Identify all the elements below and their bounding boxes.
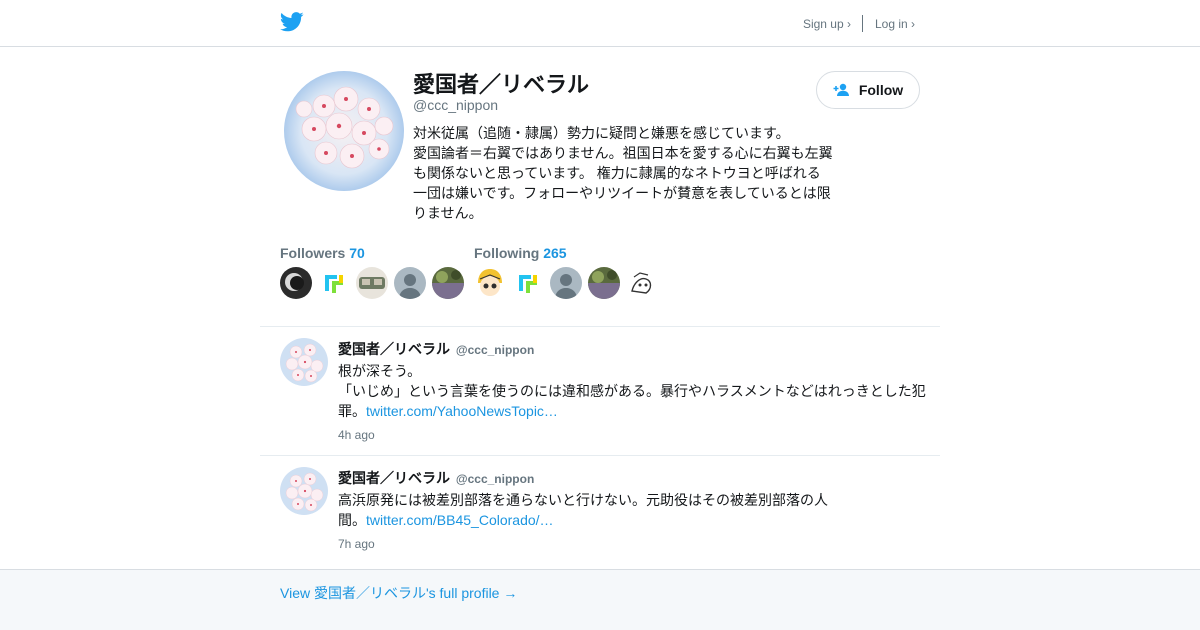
following-avatar[interactable] — [550, 267, 582, 299]
profile-avatar[interactable] — [284, 71, 404, 191]
tweet-line: 「いじめ」という言葉を使うのには違和感がある。暴行やハラスメントなどはれっきとし… — [338, 383, 926, 399]
following-avatar[interactable] — [512, 267, 544, 299]
tweet-link[interactable]: twitter.com/BB45_Colorado/… — [366, 512, 554, 528]
follow-label: Follow — [858, 82, 904, 98]
profile-bio: 対米従属（追随・隷属）勢力に疑問と嫌悪を感じています。 愛国論者＝右翼ではありま… — [413, 123, 838, 223]
followers-count: 70 — [349, 245, 365, 261]
tweet-author-name[interactable]: 愛国者／リベラル — [338, 470, 450, 486]
tweet-line: 高浜原発には被差別部落を通らないと行けない。元助役はその被差別部落の人 — [338, 492, 828, 508]
following-avatar[interactable] — [626, 267, 658, 299]
tweet-link[interactable]: twitter.com/YahooNewsTopic… — [366, 403, 558, 419]
tweet-header: 愛国者／リベラル @ccc_nippon — [338, 339, 534, 359]
tweet-line: 間。twitter.com/BB45_Colorado/… — [338, 510, 930, 530]
top-bar: Sign up › Log in › — [0, 0, 1200, 47]
tweet-text: 根が深そう。 「いじめ」という言葉を使うのには違和感がある。暴行やハラスメントな… — [338, 361, 930, 421]
tweet-item[interactable]: 愛国者／リベラル @ccc_nippon 根が深そう。 「いじめ」という言葉を使… — [260, 327, 940, 456]
tweet-author-handle[interactable]: @ccc_nippon — [456, 343, 534, 357]
twitter-bird-icon[interactable] — [280, 11, 304, 33]
profile-handle: @ccc_nippon — [413, 97, 499, 113]
nav-divider — [861, 15, 863, 32]
follower-avatar[interactable] — [432, 267, 464, 299]
follower-avatar[interactable] — [356, 267, 388, 299]
following-avatar[interactable] — [474, 267, 506, 299]
follower-avatar[interactable] — [394, 267, 426, 299]
followers-label: Followers — [280, 245, 346, 261]
signup-link[interactable]: Sign up › — [803, 17, 851, 31]
tweet-line: 罪。twitter.com/YahooNewsTopic… — [338, 401, 930, 421]
tweet-author-name[interactable]: 愛国者／リベラル — [338, 341, 450, 357]
tweet-line-text: 間。 — [338, 512, 366, 528]
profile-card: 愛国者／リベラル @ccc_nippon Follow 対米従属（追随・隷属）勢… — [260, 47, 940, 327]
following-stat[interactable]: Following 265 — [474, 245, 567, 261]
followers-stat[interactable]: Followers 70 — [280, 245, 365, 261]
following-avatars — [474, 267, 664, 299]
tweet-item[interactable]: 愛国者／リベラル @ccc_nippon 高浜原発には被差別部落を通らないと行け… — [260, 456, 940, 569]
bio-line: 一団は嫌いです。フォローやリツイートが賛意を表しているとは限 — [413, 185, 831, 201]
bio-line: 対米従属（追随・隷属）勢力に疑問と嫌悪を感じています。 — [413, 125, 790, 141]
follower-avatar[interactable] — [318, 267, 350, 299]
tweet-header: 愛国者／リベラル @ccc_nippon — [338, 468, 534, 488]
tweet-author-handle[interactable]: @ccc_nippon — [456, 472, 534, 486]
tweet-time[interactable]: 4h ago — [338, 428, 375, 442]
profile-name: 愛国者／リベラル — [413, 72, 590, 97]
tweet-avatar[interactable] — [280, 338, 328, 386]
tweet-avatar[interactable] — [280, 467, 328, 515]
bio-line: りません。 — [413, 205, 483, 221]
follow-button[interactable]: Follow — [816, 71, 920, 109]
follower-avatar[interactable] — [280, 267, 312, 299]
follow-person-icon — [833, 83, 849, 96]
login-link[interactable]: Log in › — [875, 17, 915, 31]
bio-line: も関係ないと思っています。 権力に隷属的なネトウヨと呼ばれる — [413, 165, 821, 181]
view-full-profile-link[interactable]: View 愛国者／リベラル's full profile → — [280, 583, 517, 603]
tweet-text: 高浜原発には被差別部落を通らないと行けない。元助役はその被差別部落の人 間。tw… — [338, 490, 930, 530]
tweet-line: 根が深そう。 — [338, 363, 422, 379]
top-nav: Sign up › Log in › — [803, 15, 915, 32]
tweet-time[interactable]: 7h ago — [338, 537, 375, 551]
followers-avatars — [280, 267, 470, 299]
footer-bar: View 愛国者／リベラル's full profile → — [0, 569, 1200, 630]
following-count: 265 — [543, 245, 567, 261]
tweet-line-text: 罪。 — [338, 403, 366, 419]
bio-line: 愛国論者＝右翼ではありません。祖国日本を愛する心に右翼も左翼 — [413, 145, 833, 161]
following-label: Following — [474, 245, 540, 261]
following-avatar[interactable] — [588, 267, 620, 299]
